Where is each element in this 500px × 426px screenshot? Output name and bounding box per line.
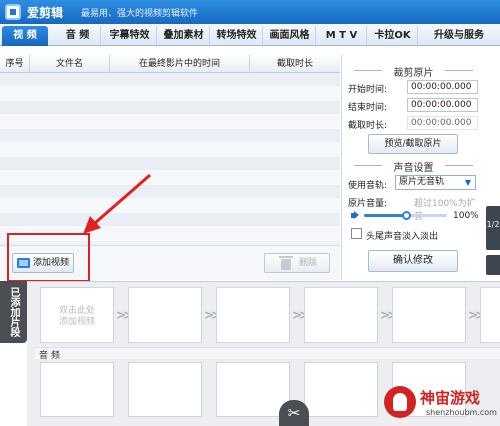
volume-slider-fill xyxy=(364,214,406,217)
app-slogan: 最易用、强大的视频剪辑软件 xyxy=(81,9,199,19)
fade-checkbox[interactable] xyxy=(351,228,362,239)
audio-slot[interactable] xyxy=(128,362,202,417)
watermark-logo-icon xyxy=(384,386,416,418)
tab-subtitle-effects[interactable]: 字幕特效 xyxy=(103,26,157,46)
column-index[interactable]: 序号 xyxy=(0,55,30,73)
table-row xyxy=(0,73,340,87)
delete-button[interactable]: 删除 xyxy=(264,253,330,273)
duration-field: 00:00:00.000 xyxy=(407,116,478,130)
tab-video[interactable]: 视 频 xyxy=(2,26,48,46)
table-row xyxy=(0,185,340,199)
trash-icon xyxy=(279,256,293,270)
edge-toggle-button[interactable] xyxy=(486,255,500,275)
page-indicator-tab[interactable]: 1/2 xyxy=(486,206,500,250)
app-logo-icon xyxy=(5,4,21,20)
audio-track-select[interactable]: 原片无音轨 ▼ xyxy=(395,175,476,190)
watermark-subtitle: shenzhoubm.com xyxy=(426,408,497,417)
table-row xyxy=(0,101,340,115)
audio-slot[interactable] xyxy=(304,362,378,417)
end-time-field[interactable]: 00:00:00.000 xyxy=(407,98,478,112)
clip-slot[interactable] xyxy=(304,287,378,343)
video-list-table: 序号 文件名 在最终影片中的时间 截取时长 xyxy=(0,55,340,245)
fade-label: 头尾声音淡入淡出 xyxy=(366,232,439,242)
volume-value: 100% xyxy=(453,211,479,221)
tab-transition-effects[interactable]: 转场特效 xyxy=(211,26,263,46)
end-time-label: 结束时间: xyxy=(348,103,388,113)
table-row xyxy=(0,115,340,129)
highlight-box xyxy=(7,233,90,282)
confirm-changes-button[interactable]: 确认修改 xyxy=(368,250,458,272)
table-row xyxy=(0,199,340,213)
column-filename[interactable]: 文件名 xyxy=(30,55,110,73)
table-row xyxy=(0,129,340,143)
clip-section-title: 裁剪原片 xyxy=(342,64,485,79)
start-time-field[interactable]: 00:00:00.000 xyxy=(407,80,478,94)
clip-slot[interactable] xyxy=(392,287,466,343)
tab-karaoke[interactable]: 卡拉OK xyxy=(368,26,418,46)
tab-mtv[interactable]: M T V xyxy=(317,26,367,46)
chevron-down-icon: ▼ xyxy=(464,178,472,187)
scissors-icon[interactable]: ✂ xyxy=(279,400,309,426)
added-clips-label: 已添加片段 xyxy=(0,281,27,343)
column-time-in-movie[interactable]: 在最终影片中的时间 xyxy=(110,55,250,73)
audio-track-bar xyxy=(35,347,500,359)
clip-slot[interactable] xyxy=(216,287,290,343)
watermark: 神宙游戏 shenzhoubm.com xyxy=(380,382,500,426)
table-row xyxy=(0,143,340,157)
volume-label: 原片音量: xyxy=(348,199,388,209)
main-tab-bar: 视 频 音 频 字幕特效 叠加素材 转场特效 画面风格 M T V 卡拉OK 升… xyxy=(0,24,500,46)
tab-picture-style[interactable]: 画面风格 xyxy=(264,26,316,46)
audio-track-label: 音 频 xyxy=(39,351,60,361)
add-video-placeholder: 双击此处 添加视频 xyxy=(58,306,95,327)
table-row xyxy=(0,171,340,185)
title-bar: 爱剪辑 最易用、强大的视频剪辑软件 xyxy=(0,0,500,24)
volume-slider-thumb[interactable] xyxy=(401,211,411,220)
speaker-icon xyxy=(351,211,359,219)
tab-upgrade-service[interactable]: 升级与服务 xyxy=(419,26,499,46)
add-video-slot[interactable]: 双击此处 添加视频 xyxy=(40,287,114,343)
audio-slot[interactable] xyxy=(40,362,114,417)
table-header: 序号 文件名 在最终影片中的时间 截取时长 xyxy=(0,55,340,73)
column-duration[interactable]: 截取时长 xyxy=(250,55,340,73)
start-time-label: 开始时间: xyxy=(348,85,388,95)
delete-label: 删除 xyxy=(299,258,318,268)
watermark-title: 神宙游戏 xyxy=(420,389,481,407)
audio-section-title: 声音设置 xyxy=(342,159,485,174)
tab-audio[interactable]: 音 频 xyxy=(55,26,101,46)
table-row xyxy=(0,157,340,171)
preview-clip-button[interactable]: 预览/截取原片 xyxy=(368,134,458,154)
tab-overlay-materials[interactable]: 叠加素材 xyxy=(158,26,210,46)
duration-label: 截取时长: xyxy=(348,121,388,131)
clip-slot[interactable] xyxy=(128,287,202,343)
table-row xyxy=(0,213,340,227)
audio-track-value: 原片无音轨 xyxy=(399,177,445,187)
app-name: 爱剪辑 xyxy=(27,6,64,20)
clip-slot[interactable] xyxy=(480,287,500,343)
table-row xyxy=(0,87,340,101)
audio-track-label: 使用音轨: xyxy=(348,181,388,191)
settings-panel: 裁剪原片 开始时间: 00:00:00.000 结束时间: 00:00:00.0… xyxy=(341,55,484,280)
